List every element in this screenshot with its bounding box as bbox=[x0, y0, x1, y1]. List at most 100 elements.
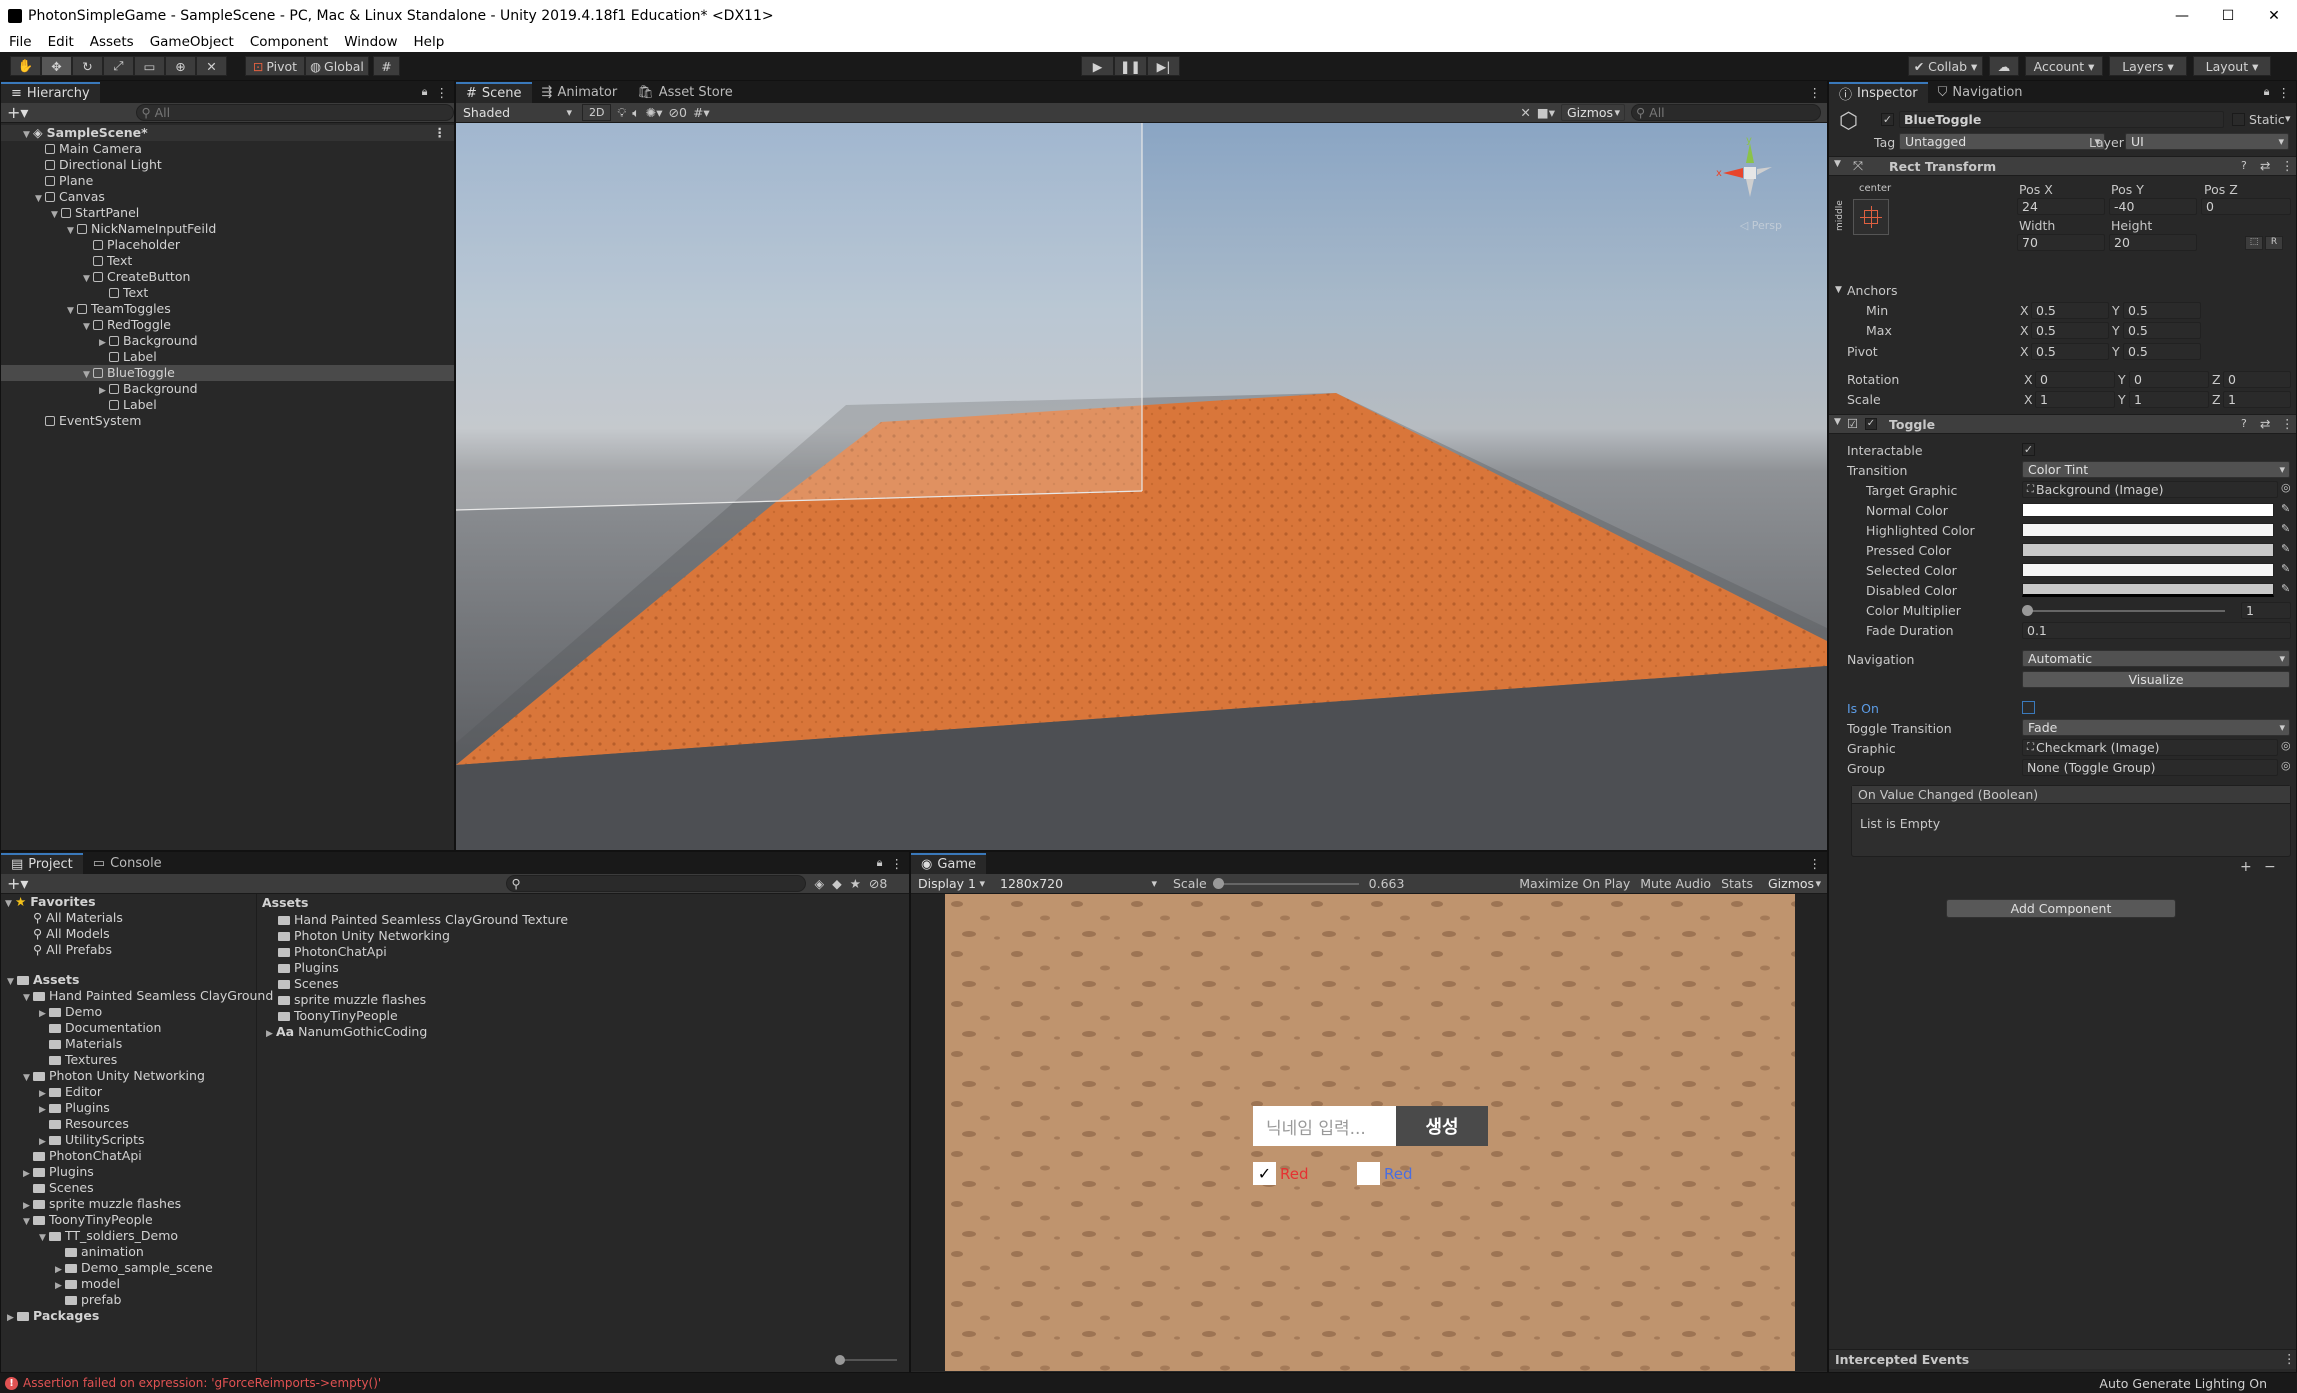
color-multiplier-handle[interactable] bbox=[2022, 605, 2033, 616]
scene-menu-icon[interactable]: ⋮ bbox=[434, 125, 447, 141]
object-picker-icon[interactable]: ◎ bbox=[2281, 739, 2291, 752]
navigation-dropdown[interactable]: Automatic bbox=[2022, 650, 2290, 667]
tab-navigation[interactable]: ⛉ Navigation bbox=[1928, 82, 2033, 103]
graphic-field[interactable]: ⛶ Checkmark (Image) bbox=[2022, 739, 2278, 756]
red-toggle[interactable]: ✓ Red bbox=[1253, 1162, 1309, 1185]
add-component-button[interactable]: Add Component bbox=[1946, 899, 2176, 918]
pos-z-field[interactable]: 0 bbox=[2201, 198, 2291, 215]
menu-gameobject[interactable]: GameObject bbox=[150, 34, 234, 50]
grid-snap-icon[interactable]: # bbox=[373, 56, 400, 76]
expand-arrow-icon[interactable]: ▼ bbox=[67, 303, 77, 319]
favorite-item[interactable]: ⚲ All Materials bbox=[1, 910, 256, 926]
step-button[interactable]: ▶| bbox=[1147, 56, 1180, 76]
expand-arrow-icon[interactable]: ▼ bbox=[39, 1230, 49, 1246]
project-folder-item[interactable]: Scenes bbox=[1, 1180, 256, 1196]
custom-tool-icon[interactable]: ✕ bbox=[196, 56, 227, 76]
normal-color-field[interactable] bbox=[2022, 503, 2274, 517]
tab-scene[interactable]: # Scene bbox=[456, 82, 532, 103]
project-folder-item[interactable]: ▼ Hand Painted Seamless ClayGround bbox=[1, 988, 273, 1006]
blue-toggle-checkbox[interactable] bbox=[1357, 1162, 1380, 1185]
resolution-dropdown[interactable]: 1280x720 bbox=[995, 875, 1161, 892]
asset-item[interactable]: Photon Unity Networking bbox=[262, 928, 909, 944]
hidden-packages-icon[interactable]: ⊘8 bbox=[869, 876, 887, 891]
expand-arrow-icon[interactable]: ▼ bbox=[51, 207, 61, 223]
hierarchy-item[interactable]: Plane bbox=[1, 173, 454, 189]
nickname-input[interactable]: 닉네임 입력... bbox=[1253, 1106, 1396, 1146]
fade-duration-field[interactable]: 0.1 bbox=[2022, 622, 2291, 639]
create-button[interactable]: 생성 bbox=[1396, 1106, 1488, 1146]
menu-edit[interactable]: Edit bbox=[48, 34, 74, 50]
scale-slider[interactable] bbox=[1212, 877, 1359, 889]
close-button[interactable]: ✕ bbox=[2251, 8, 2297, 24]
project-folder-item[interactable]: ▶ UtilityScripts bbox=[1, 1132, 256, 1148]
static-checkbox[interactable] bbox=[2232, 113, 2245, 126]
anchor-min-x-field[interactable]: 0.5 bbox=[2031, 302, 2109, 319]
expand-arrow-icon[interactable]: ▶ bbox=[99, 335, 109, 351]
hierarchy-item[interactable]: Placeholder bbox=[1, 237, 454, 253]
tab-hierarchy[interactable]: ≡ Hierarchy bbox=[1, 82, 100, 103]
global-button[interactable]: ◍ Global bbox=[305, 56, 369, 76]
static-dropdown-icon[interactable]: ▾ bbox=[2285, 112, 2291, 125]
project-folder-item[interactable]: ▼ TT_soldiers_Demo bbox=[1, 1228, 256, 1244]
project-folder-item[interactable]: PhotonChatApi bbox=[1, 1148, 256, 1164]
expand-arrow-icon[interactable]: ▼ bbox=[23, 1214, 33, 1230]
asset-item[interactable]: Scenes bbox=[262, 976, 909, 992]
pivot-button[interactable]: ⊡ Pivot bbox=[245, 56, 305, 76]
hierarchy-item[interactable]: Label bbox=[1, 397, 454, 413]
play-button[interactable]: ▶ bbox=[1081, 56, 1114, 76]
pause-button[interactable]: ❚❚ bbox=[1114, 56, 1147, 76]
pos-y-field[interactable]: -40 bbox=[2109, 198, 2197, 215]
preset-icon[interactable]: ⇄ bbox=[2260, 416, 2270, 431]
hierarchy-item[interactable]: ▼ RedToggle bbox=[1, 317, 454, 333]
toggle-component-header[interactable]: ▼ ☑ ✓ Toggle ? ⇄ ⋮ bbox=[1829, 414, 2296, 434]
axis-gizmo-icon[interactable]: x y bbox=[1715, 135, 1785, 205]
scene-search-input[interactable]: ⚲ All bbox=[1631, 104, 1821, 121]
maximize-on-play-toggle[interactable]: Maximize On Play bbox=[1519, 876, 1630, 891]
hierarchy-search-input[interactable]: ⚲ All bbox=[136, 104, 454, 121]
intercepted-events-bar[interactable]: Intercepted Events ⋮ bbox=[1829, 1349, 2296, 1369]
menu-window[interactable]: Window bbox=[344, 34, 397, 50]
tools-icon[interactable]: ✕ bbox=[1520, 105, 1530, 120]
hierarchy-item[interactable]: ▶ Background bbox=[1, 381, 454, 397]
favorites-row[interactable]: ▼ ★ Favorites bbox=[1, 894, 256, 910]
color-multiplier-field[interactable]: 1 bbox=[2241, 602, 2291, 619]
hidden-objects-icon[interactable]: ⊘0 bbox=[669, 105, 687, 120]
project-folder-item[interactable]: ▼ Assets bbox=[1, 972, 256, 988]
hand-tool-icon[interactable]: ✋ bbox=[10, 56, 41, 76]
shading-mode-dropdown[interactable]: Shaded bbox=[458, 104, 576, 121]
hierarchy-item[interactable]: ▼ TeamToggles bbox=[1, 301, 454, 317]
minimize-button[interactable]: — bbox=[2159, 8, 2205, 24]
tag-dropdown[interactable]: Untagged bbox=[1899, 133, 2105, 150]
layer-dropdown[interactable]: UI bbox=[2125, 133, 2289, 150]
project-folder-item[interactable]: ▶ Plugins bbox=[1, 1100, 256, 1116]
anchor-max-x-field[interactable]: 0.5 bbox=[2031, 322, 2109, 339]
expand-arrow-icon[interactable]: ▼ bbox=[23, 1070, 33, 1086]
favorite-item[interactable]: ⚲ All Prefabs bbox=[1, 942, 256, 958]
stats-toggle[interactable]: Stats bbox=[1721, 876, 1753, 891]
rotation-y-field[interactable]: 0 bbox=[2129, 371, 2209, 388]
tab-animator[interactable]: ⇶ Animator bbox=[532, 82, 628, 103]
pivot-x-field[interactable]: 0.5 bbox=[2031, 343, 2109, 360]
asset-item[interactable]: Hand Painted Seamless ClayGround Texture bbox=[262, 912, 909, 928]
expand-arrow-icon[interactable]: ▼ bbox=[67, 223, 77, 239]
expand-arrow-icon[interactable]: ▶ bbox=[99, 383, 109, 399]
scene-row[interactable]: ▼ ◈ SampleScene* ⋮ bbox=[1, 125, 454, 141]
expand-arrow-icon[interactable]: ▼ bbox=[23, 990, 33, 1006]
raw-edit-button[interactable]: R bbox=[2265, 236, 2283, 250]
hierarchy-item[interactable]: Label bbox=[1, 349, 454, 365]
project-folder-item[interactable]: animation bbox=[1, 1244, 256, 1260]
scale-y-field[interactable]: 1 bbox=[2129, 391, 2209, 408]
anchor-min-y-field[interactable]: 0.5 bbox=[2123, 302, 2201, 319]
audio-icon[interactable]: 🔈︎ bbox=[632, 105, 640, 121]
hierarchy-item[interactable]: ▼ CreateButton bbox=[1, 269, 454, 285]
remove-event-button[interactable]: − bbox=[2264, 859, 2276, 875]
asset-item[interactable]: PhotonChatApi bbox=[262, 944, 909, 960]
more-menu-icon[interactable]: ⋮ bbox=[2278, 85, 2291, 100]
project-folder-item[interactable]: prefab bbox=[1, 1292, 256, 1308]
favorite-star-icon[interactable]: ★ bbox=[850, 876, 861, 891]
game-view[interactable]: 닉네임 입력... 생성 ✓ Red Red bbox=[911, 894, 1827, 1371]
lock-icon[interactable]: 🔒︎ bbox=[422, 85, 428, 99]
expand-arrow-icon[interactable]: ▼ bbox=[35, 191, 45, 207]
is-on-checkbox[interactable] bbox=[2022, 701, 2035, 714]
expand-arrow-icon[interactable]: ▼ bbox=[7, 974, 17, 990]
